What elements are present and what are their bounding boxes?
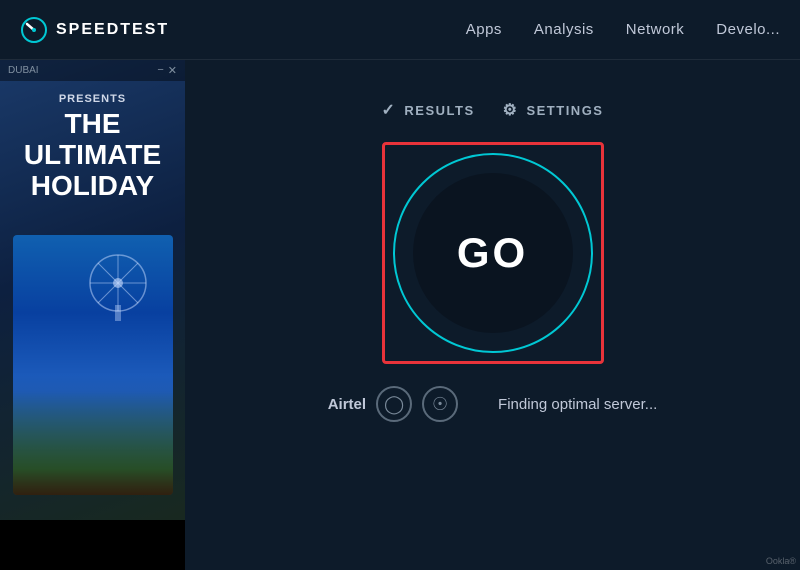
- logo-area[interactable]: SPEEDTEST: [20, 16, 169, 44]
- main-content: ✓ RESULTS ⚙ SETTINGS GO Airtel ◯ ☉ Findi…: [185, 60, 800, 422]
- nav-apps[interactable]: Apps: [466, 21, 502, 38]
- ad-bottom-black: [0, 520, 185, 570]
- ad-presents: PRESENTS: [24, 93, 161, 105]
- logo-text: SPEEDTEST: [56, 21, 169, 39]
- go-circle-outer: GO: [393, 153, 593, 353]
- watermark: Ookla®: [766, 556, 796, 566]
- go-label: GO: [457, 229, 528, 277]
- ad-label: DUBAI: [8, 65, 39, 76]
- action-bar: ✓ RESULTS ⚙ SETTINGS: [382, 100, 604, 120]
- provider-name: Airtel: [328, 396, 366, 413]
- settings-icon: ⚙: [503, 100, 519, 120]
- nav-analysis[interactable]: Analysis: [534, 21, 594, 38]
- results-button[interactable]: ✓ RESULTS: [382, 100, 475, 120]
- ferris-wheel-icon: [78, 245, 158, 325]
- settings-button[interactable]: ⚙ SETTINGS: [503, 100, 604, 120]
- server-status-text: Finding optimal server...: [498, 396, 657, 413]
- main-nav: Apps Analysis Network Develo...: [466, 21, 780, 38]
- globe-icon[interactable]: ☉: [422, 386, 458, 422]
- speedtest-logo-icon: [20, 16, 48, 44]
- ad-minimize-icon[interactable]: −: [157, 64, 163, 77]
- nav-network[interactable]: Network: [626, 21, 685, 38]
- go-button[interactable]: GO: [413, 173, 573, 333]
- ad-controls[interactable]: − ✕: [157, 64, 177, 77]
- header: SPEEDTEST Apps Analysis Network Develo..…: [0, 0, 800, 60]
- ad-close-icon[interactable]: ✕: [168, 64, 177, 77]
- provider-info: Airtel ◯ ☉: [328, 386, 458, 422]
- advertisement-panel: DUBAI − ✕ PRESENTS THE ULTIMATE HOLIDAY: [0, 60, 185, 570]
- speedtest-go-container[interactable]: GO: [388, 148, 598, 358]
- ad-body: PRESENTS THE ULTIMATE HOLIDAY LEARN MORE: [3, 81, 183, 570]
- bottom-bar: Airtel ◯ ☉ Finding optimal server...: [185, 386, 800, 422]
- results-label: RESULTS: [404, 103, 474, 118]
- server-status-area: Finding optimal server...: [498, 396, 657, 413]
- user-icon[interactable]: ◯: [376, 386, 412, 422]
- settings-label: SETTINGS: [526, 103, 603, 118]
- nav-develop[interactable]: Develo...: [716, 21, 780, 38]
- ad-top-bar: DUBAI − ✕: [0, 60, 185, 81]
- ad-headline: THE ULTIMATE HOLIDAY: [24, 109, 161, 201]
- ad-image: [13, 235, 173, 495]
- results-icon: ✓: [382, 100, 397, 120]
- ad-image-overlay: [13, 375, 173, 495]
